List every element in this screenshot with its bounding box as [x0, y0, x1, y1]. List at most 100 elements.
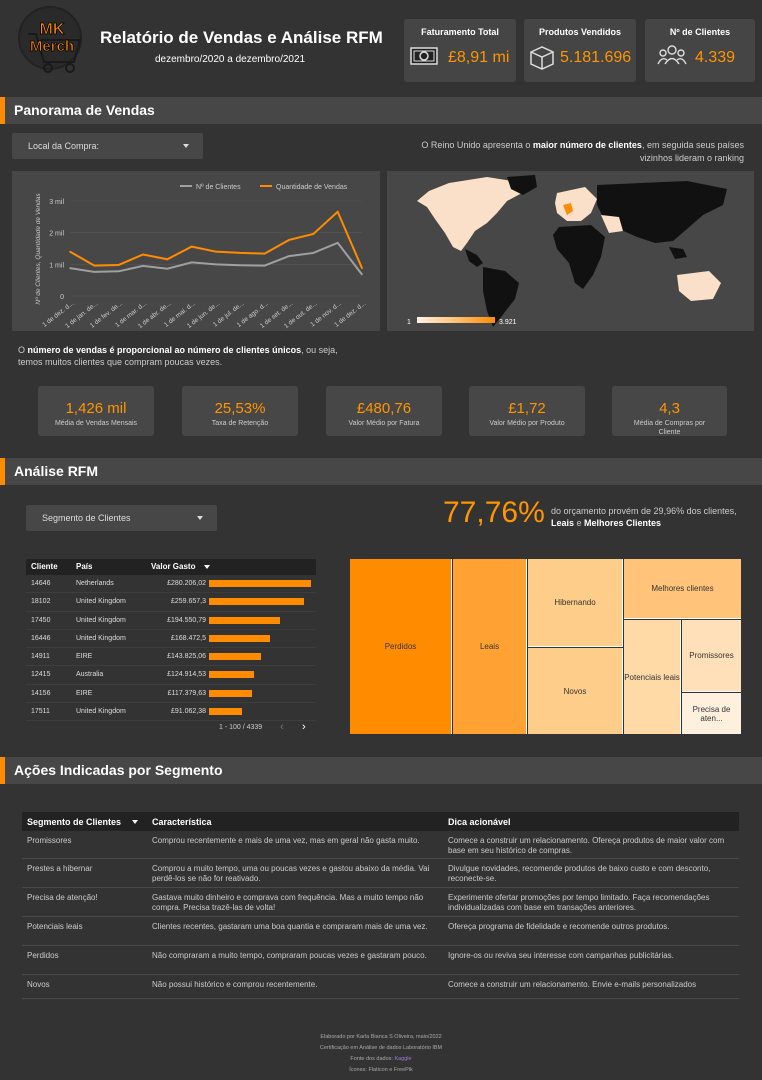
- data-point: [239, 252, 242, 254]
- table-row[interactable]: 17511 United Kingdom £91.062,38: [26, 703, 316, 722]
- treemap-promissores[interactable]: Promissores: [682, 620, 741, 692]
- rfm-treemap[interactable]: Perdidos Leais Hibernando Novos Melhores…: [350, 559, 741, 734]
- table-row[interactable]: 18102 United Kingdom £259.657,3: [26, 593, 316, 612]
- map-insight-text: O Reino Unido apresenta o maior número d…: [400, 139, 744, 165]
- budget-insight-mid: e: [574, 518, 585, 528]
- data-point: [263, 264, 266, 267]
- prev-page-icon[interactable]: ‹: [280, 721, 284, 733]
- table-row[interactable]: 16446 United Kingdom £168.472,5: [26, 630, 316, 649]
- kpi-products-label: Produtos Vendidos: [538, 27, 621, 37]
- kpi-products: Produtos Vendidos 5.181.696: [524, 19, 636, 82]
- value-bar: [209, 708, 242, 716]
- cell-client-id: 16446: [31, 634, 51, 642]
- col-header-segment[interactable]: Segmento de Clientes: [27, 817, 121, 827]
- data-point: [312, 233, 315, 235]
- stat-monthly-sales: 1,426 mil Média de Vendas Mensais: [38, 386, 154, 436]
- data-point: [263, 252, 266, 255]
- table-row[interactable]: 12415 Australia £124.914,53: [26, 666, 316, 685]
- value-bar: [209, 653, 261, 661]
- treemap-precisa[interactable]: Precisa de aten...: [682, 693, 741, 734]
- stat-label: Média de Compras por Cliente: [633, 420, 706, 436]
- cell-client-id: 17511: [31, 708, 50, 716]
- cell-client-id: 14156: [31, 689, 51, 697]
- cell-client-id: 14911: [31, 653, 50, 661]
- stat-label: Taxa de Retenção: [211, 420, 269, 427]
- data-point: [166, 267, 169, 270]
- col-header-client[interactable]: Cliente: [31, 562, 58, 571]
- cell-segment: Promissores: [27, 836, 72, 845]
- page-title: Relatório de Vendas e Análise RFM: [100, 28, 383, 47]
- data-point: [288, 255, 290, 257]
- data-point: [166, 258, 169, 261]
- kpi-revenue: Faturamento Total £8,91 mi: [404, 19, 516, 82]
- data-point: [239, 264, 242, 267]
- treemap-perdidos[interactable]: Perdidos: [350, 559, 452, 734]
- cell-client-id: 18102: [31, 598, 51, 606]
- map-central-america: [465, 249, 483, 267]
- segment-filter-dropdown[interactable]: Segmento de Clientes: [26, 505, 217, 531]
- world-map[interactable]: 1 3.921: [387, 171, 754, 331]
- data-point: [142, 265, 144, 267]
- col-header-country[interactable]: País: [76, 562, 92, 571]
- cell-tip: Ignore-os ou reviva seu interesse com ca…: [448, 951, 674, 960]
- location-filter-dropdown[interactable]: Local da Compra:: [12, 133, 203, 159]
- data-point: [117, 270, 120, 273]
- chevron-down-icon: [197, 516, 203, 520]
- legend-label: Quantidade de Vendas: [276, 184, 348, 191]
- sales-line-chart: 0 1 mil 2 mil 3 mil Nº de Clientes, Quantida…: [35, 184, 367, 330]
- treemap-hibernando[interactable]: Hibernando: [528, 559, 623, 647]
- data-point: [336, 210, 339, 213]
- cell-characteristic: Clientes recentes, gastaram uma boa quan…: [152, 922, 428, 931]
- cell-value: £117.379,63: [167, 689, 206, 697]
- sort-desc-icon[interactable]: [132, 820, 138, 824]
- stat-value: 1,426 mil: [65, 400, 127, 417]
- kaggle-link[interactable]: Kaggle: [394, 1056, 411, 1062]
- stat-avg-purchases: 4,3 Média de Compras por Cliente: [612, 386, 727, 436]
- section-title-rfm: Análise RFM: [14, 463, 99, 479]
- data-point: [93, 271, 96, 273]
- treemap-melhores[interactable]: Melhores clientes: [624, 559, 741, 619]
- cell-client-id: 17450: [31, 616, 51, 624]
- value-bar: [209, 598, 304, 606]
- table-header: Cliente País Valor Gasto: [26, 559, 316, 575]
- section-title-actions: Ações Indicadas por Segmento: [14, 762, 223, 778]
- cell-characteristic: Comprou recentemente e mais de uma vez, …: [152, 836, 420, 845]
- logo-text-merch: Merch: [30, 38, 74, 55]
- cell-country: Australia: [76, 671, 104, 679]
- budget-insight-leais: Leais: [551, 518, 575, 528]
- col-header-spent[interactable]: Valor Gasto: [151, 562, 195, 571]
- location-filter-label: Local da Compra:: [28, 141, 100, 151]
- footer-source-label: Fonte dos dados:: [350, 1056, 395, 1062]
- map-australia: [677, 271, 721, 301]
- table-row[interactable]: 14911 EIRE £143.825,06: [26, 648, 316, 667]
- treemap-potenciais[interactable]: Potenciais leais: [624, 620, 681, 734]
- table-row[interactable]: 17450 United Kingdom £194.550,79: [26, 612, 316, 630]
- section-header-actions: Ações Indicadas por Segmento: [0, 757, 762, 784]
- stat-value: £1,72: [508, 400, 546, 417]
- data-point: [215, 263, 217, 266]
- value-bar: [209, 634, 270, 642]
- value-bar: [209, 616, 280, 624]
- data-point: [336, 242, 339, 244]
- people-icon: [657, 45, 687, 65]
- next-page-icon[interactable]: ›: [302, 721, 306, 733]
- map-europe: [555, 187, 597, 221]
- table-row[interactable]: 14646 Netherlands £280.206,02: [26, 575, 316, 594]
- action-row: Prestes a hibernar Comprou a muito tempo,…: [22, 859, 739, 888]
- map-north-america: [417, 177, 522, 251]
- series-line-sales: [69, 210, 363, 269]
- sort-desc-icon[interactable]: [204, 565, 210, 569]
- action-row: Perdidos Não compraram a muito tempo, com…: [22, 946, 739, 975]
- treemap-leais[interactable]: Leais: [453, 559, 527, 734]
- treemap-novos[interactable]: Novos: [528, 648, 623, 734]
- footer-certification: Certificação em Análise de dados Laborat…: [319, 1045, 443, 1051]
- cell-country: United Kingdom: [76, 634, 126, 642]
- cell-country: United Kingdom: [76, 616, 126, 624]
- page-subtitle: dezembro/2020 a dezembro/2021: [155, 54, 306, 65]
- table-row[interactable]: 14156 EIRE £117.379,63: [26, 685, 316, 704]
- sales-insight-bold: número de vendas é proporcional ao númer…: [27, 345, 302, 355]
- cell-characteristic: Não compraram a muito tempo, compraram p…: [152, 951, 427, 960]
- legend-label: Nº de Clientes: [196, 184, 241, 191]
- cell-value: £259.657,3: [170, 598, 206, 606]
- cell-client-id: 14646: [31, 580, 51, 587]
